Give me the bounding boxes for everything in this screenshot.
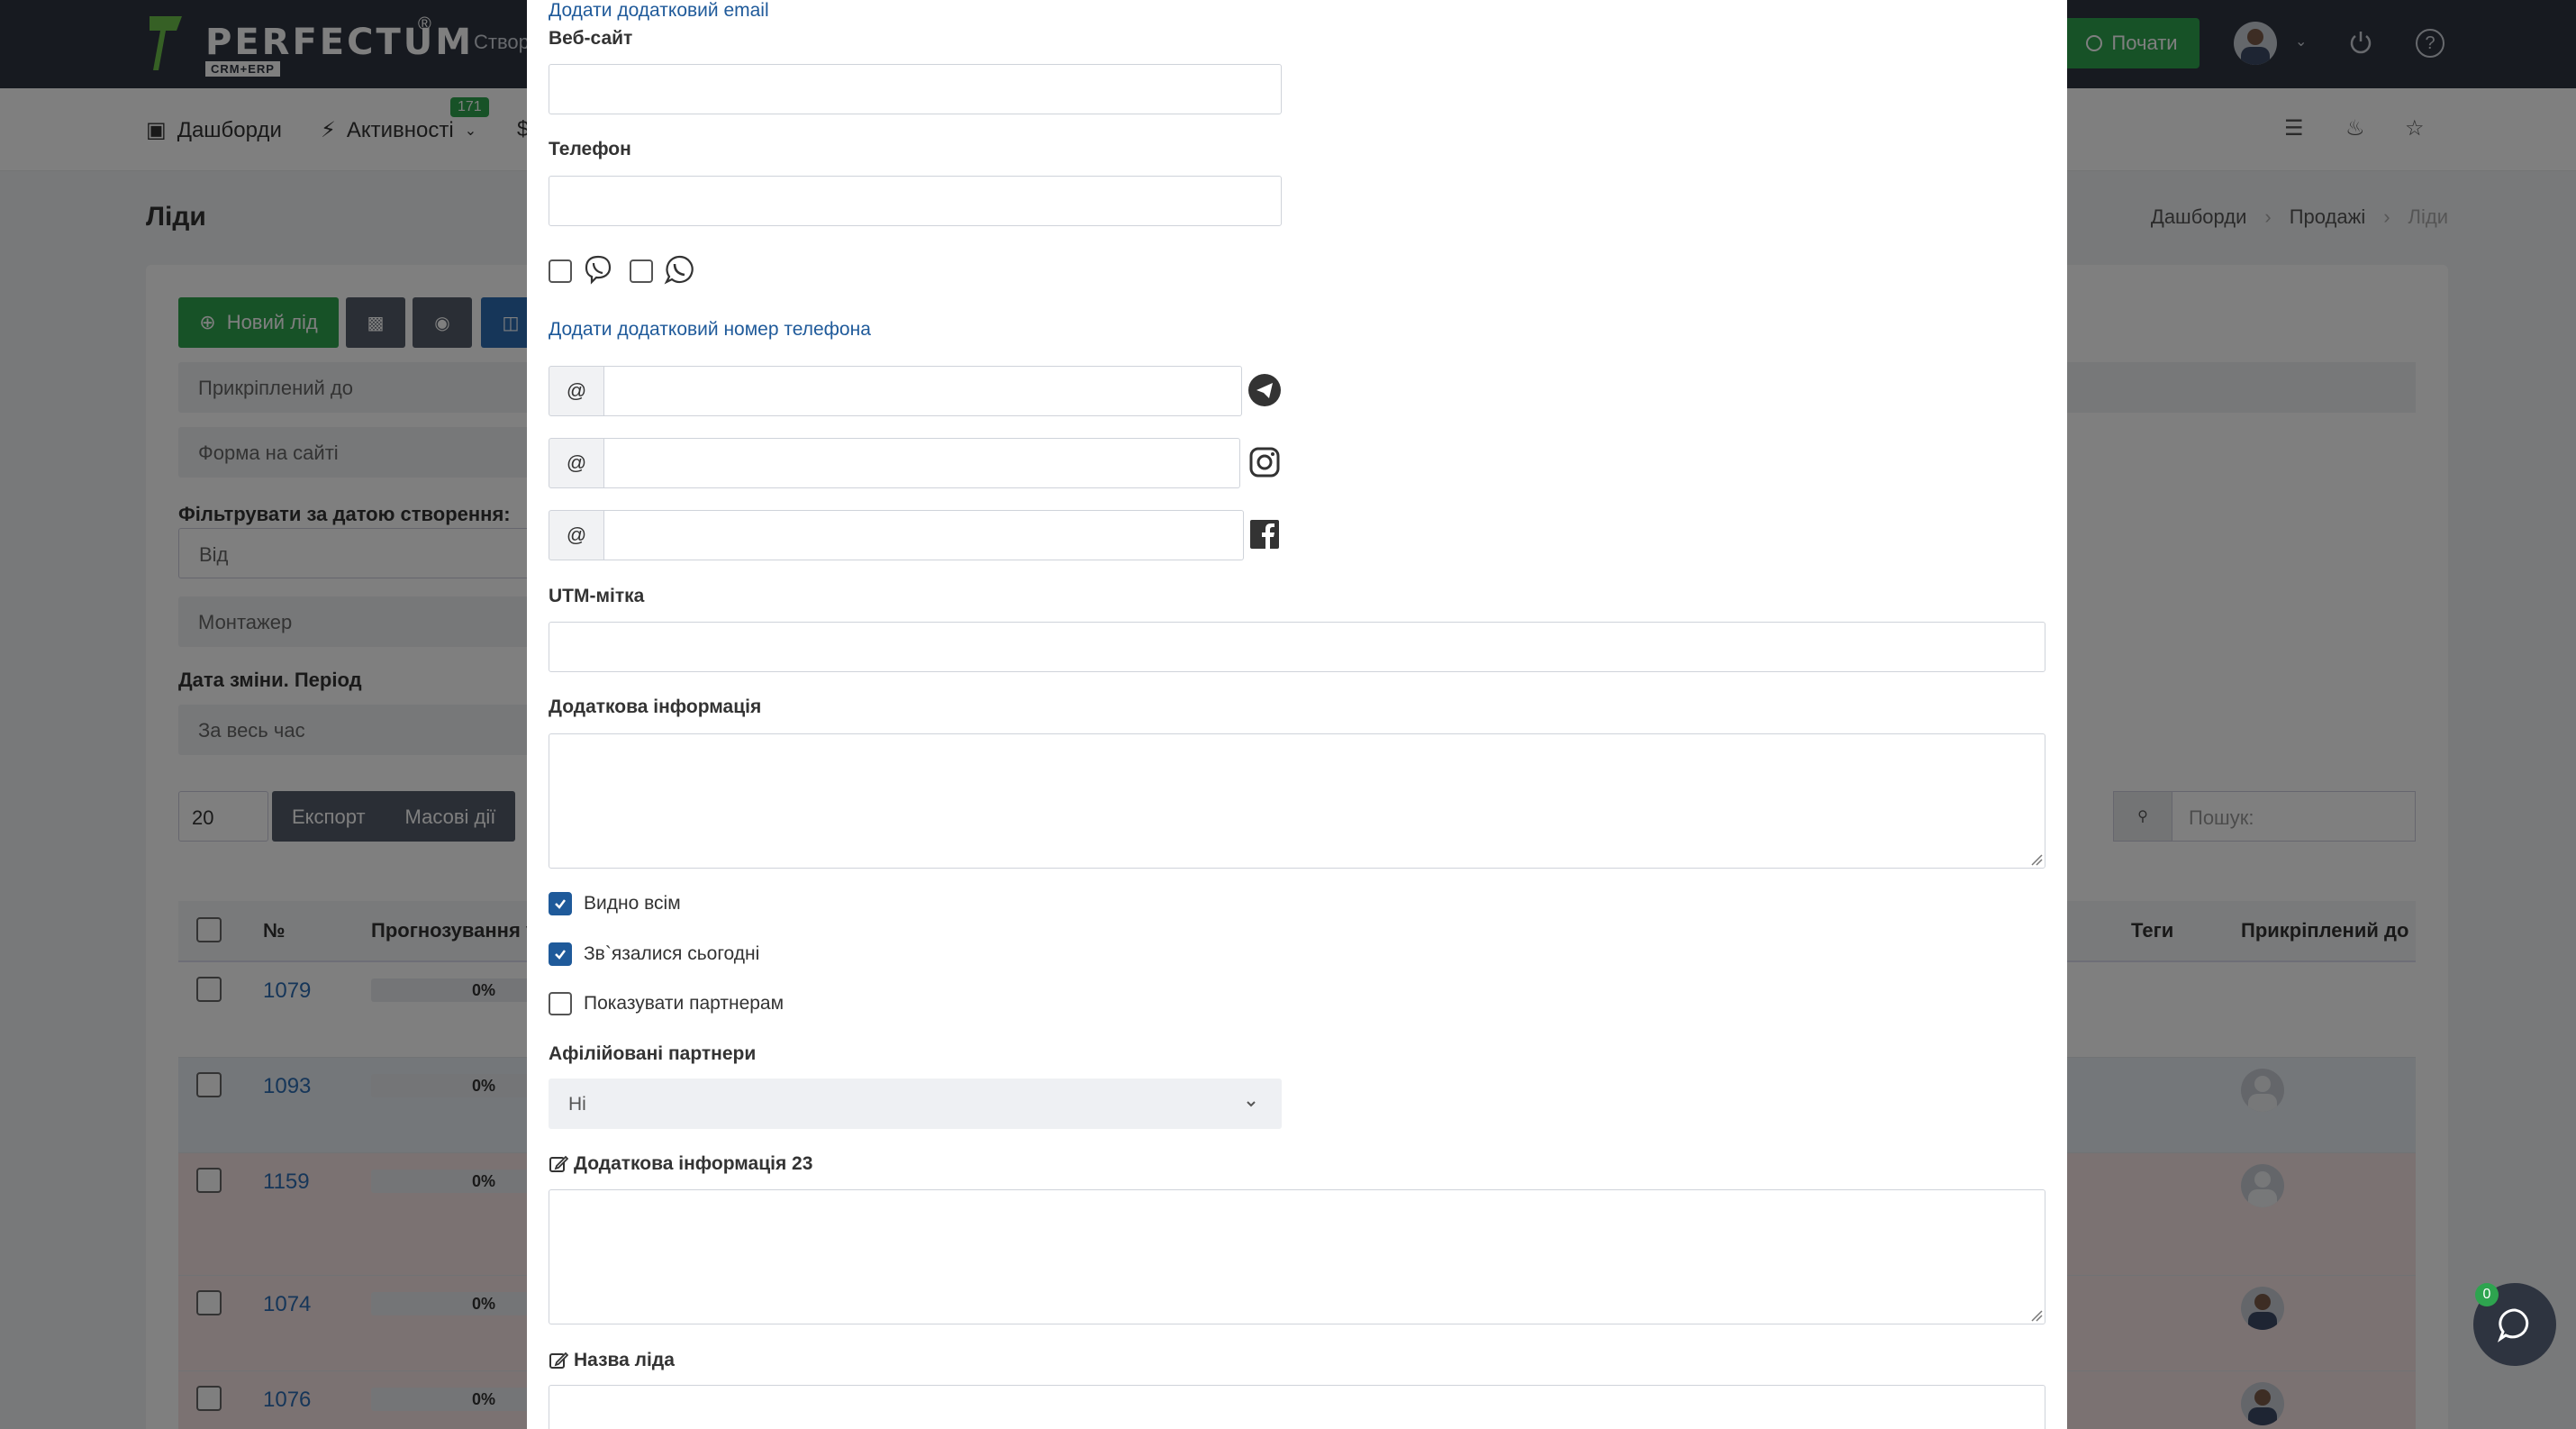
- chat-unread-count: 0: [2475, 1283, 2499, 1306]
- telegram-input[interactable]: [604, 366, 1242, 416]
- website-input[interactable]: [549, 64, 1282, 114]
- whatsapp-icon: [664, 255, 694, 285]
- whatsapp-checkbox[interactable]: [630, 259, 653, 283]
- phone-label: Телефон: [549, 139, 631, 159]
- at-addon: @: [549, 438, 604, 488]
- lead-name-label: Назва ліда: [574, 1350, 675, 1370]
- edit-icon[interactable]: [549, 1154, 568, 1174]
- facebook-input[interactable]: [604, 510, 1244, 560]
- chat-icon: [2497, 1308, 2529, 1343]
- extra-info-textarea[interactable]: [549, 733, 2045, 869]
- extra-info-23-textarea[interactable]: [549, 1189, 2045, 1324]
- checkmark-icon: [555, 899, 566, 909]
- affiliated-partners-label: Афілійовані партнери: [549, 1043, 757, 1064]
- instagram-field-group: @: [549, 438, 1240, 488]
- show-partners-checkbox[interactable]: [549, 992, 572, 1015]
- affiliated-partners-select[interactable]: Ні: [549, 1079, 1282, 1129]
- instagram-icon: [1249, 447, 1280, 478]
- utm-input[interactable]: [549, 622, 2045, 672]
- lead-name-input[interactable]: [549, 1385, 2045, 1429]
- edit-icon[interactable]: [549, 1351, 568, 1370]
- at-addon: @: [549, 366, 604, 416]
- resize-handle-icon[interactable]: [2030, 1309, 2043, 1322]
- extra-info-23-label: Додаткова інформація 23: [574, 1153, 813, 1174]
- show-partners-label: Показувати партнерам: [584, 993, 785, 1014]
- resize-handle-icon[interactable]: [2030, 853, 2043, 866]
- website-label: Веб-сайт: [549, 28, 633, 49]
- instagram-input[interactable]: [604, 438, 1240, 488]
- checkmark-icon: [555, 950, 566, 960]
- viber-checkbox[interactable]: [549, 259, 572, 283]
- add-email-link[interactable]: Додати додатковий email: [549, 0, 769, 22]
- contacted-today-checkbox[interactable]: [549, 942, 572, 966]
- visible-all-checkbox[interactable]: [549, 892, 572, 915]
- add-phone-link[interactable]: Додати додатковий номер телефона: [549, 319, 871, 341]
- lead-form-modal: Додати додатковий email Веб-сайт Телефон…: [527, 0, 2067, 1429]
- phone-input[interactable]: [549, 176, 1282, 226]
- telegram-icon: [1248, 374, 1281, 406]
- facebook-field-group: @: [549, 510, 1244, 560]
- facebook-icon: [1250, 520, 1279, 549]
- telegram-field-group: @: [549, 366, 1242, 416]
- contacted-today-label: Зв`язалися сьогодні: [584, 943, 760, 964]
- chevron-down-icon: [1247, 1101, 1256, 1107]
- chat-button[interactable]: 0: [2473, 1283, 2556, 1366]
- at-addon: @: [549, 510, 604, 560]
- visible-all-label: Видно всім: [584, 893, 681, 914]
- viber-icon: [585, 255, 612, 285]
- utm-label: UTM-мітка: [549, 586, 645, 606]
- extra-info-label: Додаткова інформація: [549, 696, 762, 717]
